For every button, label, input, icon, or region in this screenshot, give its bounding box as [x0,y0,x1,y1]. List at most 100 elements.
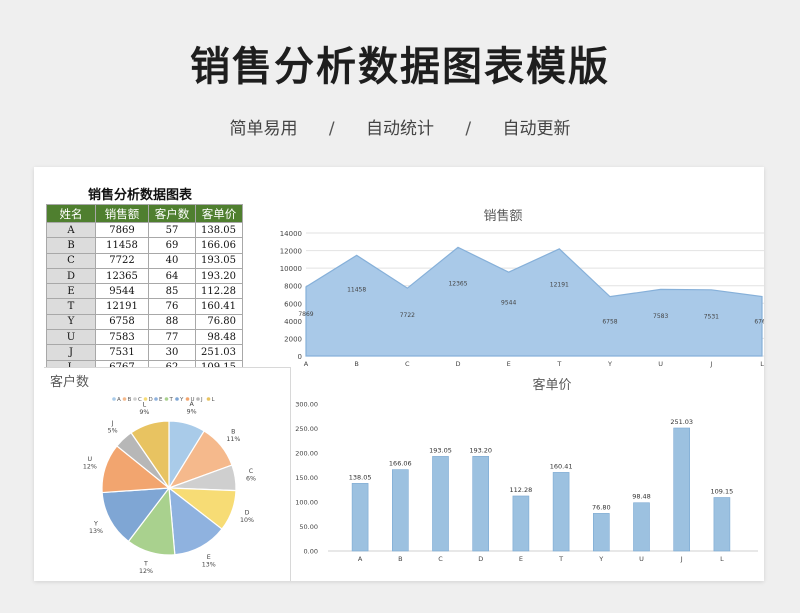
legend-label: J [200,397,203,403]
data-label: 7583 [653,313,668,320]
table-cell: 98.48 [195,329,243,346]
pie-label-percent: 9% [187,409,197,416]
table-cell: 7531 [95,344,149,361]
pie-label-percent: 12% [83,464,97,471]
unit-price-bar-chart: 客单价 0.00 50.00 100.00 150.00 200.00 250.00 300… [295,377,758,563]
pie-label: B 11% [226,429,240,444]
bar [392,469,409,552]
data-label: 160.41 [550,462,573,470]
legend-marker [175,397,179,401]
bar [713,497,731,552]
table-cell: 251.03 [195,344,243,361]
legend-label: B [128,397,132,403]
y-tick-label: 100.00 [295,499,318,507]
legend-marker [206,397,211,401]
y-tick-label: 50.00 [299,523,318,531]
bar [432,456,449,552]
table-cell: 69 [148,237,196,254]
x-tick-label: D [455,360,460,368]
data-label: 112.28 [510,486,533,494]
pie-label-name: B [231,429,235,436]
pie-slices [101,420,237,556]
chart-title: 销售额 [483,208,522,224]
data-label: 109.15 [711,488,734,496]
table-cell: 12365 [95,267,149,285]
table-cell: 88 [148,313,196,331]
bar-series: 138.05 166.06 193.05 193.20 112.28 160.41 76.8… [349,418,734,552]
data-label: 6758 [602,319,617,326]
legend-label: T [169,397,174,403]
x-tick-label: C [438,555,443,563]
x-tick-label: B [354,360,358,368]
separator: / [328,119,335,139]
table-cell: 40 [148,252,196,269]
pie-label-name: E [207,554,211,561]
bar [512,495,530,552]
table-cell: 160.41 [195,298,243,315]
x-tick-label: Y [598,555,603,563]
bar [633,502,650,552]
pie-label-name: D [245,509,250,516]
y-tick-label: 6000 [284,300,302,308]
table-cell: 76 [148,298,196,315]
table-cell: 30 [148,344,196,361]
bar [673,427,691,552]
legend-marker [154,397,158,401]
table-cell: 76.80 [195,313,243,331]
pie-label-name: U [88,456,93,463]
x-tick-label: C [405,360,410,368]
data-label: 166.06 [389,460,412,468]
x-tick-label: L [760,360,764,368]
table-cell: 193.20 [195,267,243,285]
y-tick-label: 8000 [284,283,302,291]
table-row: B 11458 69 166.06 [46,237,243,254]
table-body: A 7869 57 138.05 B 11458 69 166.06 C 7722 40 193.05… [46,221,243,376]
table-cell: 64 [148,267,196,285]
data-label: 7722 [400,312,415,319]
data-label: 11458 [347,286,366,293]
column-header: 销售额 [95,204,149,223]
x-axis-ticks: ABCDETYUJL [358,555,724,563]
y-tick-label: 14000 [280,230,302,238]
x-tick-label: T [556,360,561,368]
table-cell: 112.28 [195,283,243,300]
table-row: U 7583 77 98.48 [46,329,243,346]
table-cell: 6758 [95,313,149,331]
pie-label-percent: 11% [226,436,240,443]
table-cell: 85 [148,283,196,300]
pie-label: L 9% [139,402,149,417]
x-tick-label: B [398,555,402,563]
x-tick-label: J [680,555,683,563]
pie-label-percent: 5% [108,428,118,435]
data-label: 7531 [704,313,719,320]
pie-label: T 12% [139,561,153,576]
customer-pie-chart: 客户数 ABCDETYUJL A 9%B 11%C 6%D 10%E 13%T 12%Y 13… [50,374,256,576]
pie-label: D 10% [240,509,254,524]
bar [472,456,489,552]
pie-label-percent: 12% [139,568,153,575]
y-tick-label: 2000 [284,335,302,343]
legend: ABCDETYUJL [112,397,216,403]
x-tick-label: U [658,360,663,368]
x-tick-label: L [720,555,724,563]
table-cell: 9544 [95,283,149,300]
pie-label: U 12% [83,456,97,471]
sales-area-series [305,246,763,357]
pie-label-name: Y [93,520,98,527]
legend-marker [122,397,127,401]
table-title: 销售分析数据图表 [88,188,193,203]
table-cell: C [46,252,96,269]
pie-panel: 客户数 ABCDETYUJL A 9% B 11% C 6% D 10% E 13% T 12% Y 13… [44,367,291,581]
pie-label-percent: 13% [202,561,216,568]
data-label: 6767 [754,319,764,326]
pie-label: A 9% [187,401,197,416]
x-tick-label: T [558,555,563,563]
table-cell: A [46,221,96,239]
chart-title: 客单价 [532,377,571,393]
data-label: 76.80 [592,503,611,511]
table-row: T 12191 76 160.41 [46,298,243,315]
pie-label: E 13% [202,554,216,569]
y-tick-label: 4000 [284,318,302,326]
data-label: 12365 [448,280,467,287]
data-label: 251.03 [670,418,693,426]
